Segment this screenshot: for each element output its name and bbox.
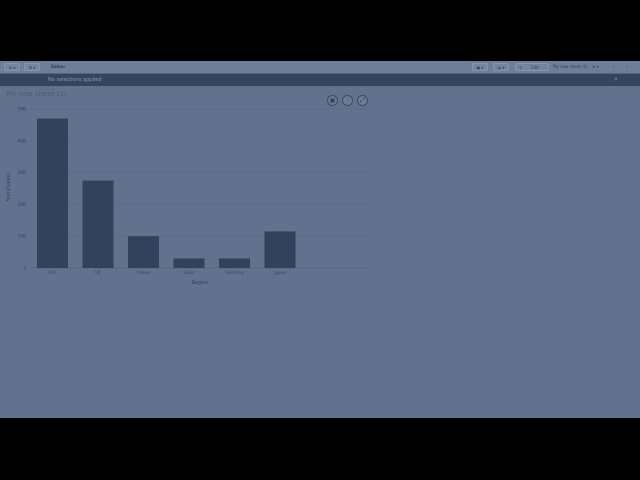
x-tick-label: Spain — [183, 270, 195, 275]
x-tick-label: Germany — [225, 270, 244, 275]
y-tick-label: 30M — [17, 170, 26, 175]
x-axis-label: Region — [191, 280, 208, 286]
compass-menu-button[interactable]: ◎ ▾ — [4, 63, 20, 71]
y-tick-label: 0 — [23, 266, 26, 271]
app-screen: ◎ ▾ ☰ ▾ Sales ▾ ▣ ▾ ▤ ▾ ✎ Edit My new sh… — [0, 61, 640, 418]
y-tick-label: 20M — [17, 202, 26, 207]
x-axis-ticks: USA UK France Spain Germany Japan — [48, 270, 286, 275]
y-axis-label: Sum(Sales) — [6, 173, 12, 201]
list-menu-button[interactable]: ☰ ▾ — [24, 63, 40, 71]
bar-germany[interactable] — [219, 258, 250, 268]
compass-icon: ◎ ▾ — [8, 64, 16, 70]
bar-france[interactable] — [128, 236, 159, 268]
chart-grid — [30, 108, 368, 269]
next-sheet-icon[interactable]: › — [626, 63, 628, 71]
sheets-button[interactable]: ▤ ▾ — [493, 63, 509, 71]
bookmark-icon: ▣ ▾ — [476, 64, 484, 70]
bar-chart[interactable]: 0 10M 20M 30M 40M 50M USA UK France Spain Germany… — [0, 101, 380, 291]
sheet-title: My new sheet (1) — [6, 90, 67, 98]
bar-spain[interactable] — [173, 258, 205, 268]
sheets-icon: ▤ ▾ — [497, 64, 505, 70]
x-tick-label: UK — [95, 270, 101, 275]
app-name[interactable]: Sales — [51, 63, 63, 71]
x-tick-label: Japan — [273, 270, 286, 275]
y-tick-label: 10M — [17, 234, 26, 239]
edit-button[interactable]: ✎ Edit — [515, 63, 549, 71]
y-axis-ticks: 0 10M 20M 30M 40M 50M — [17, 107, 26, 271]
x-tick-label: USA — [48, 270, 57, 275]
y-tick-label: 50M — [17, 107, 26, 112]
no-selections-message: No selections applied — [48, 77, 102, 83]
bar-japan[interactable] — [264, 231, 296, 268]
bar-uk[interactable] — [82, 180, 114, 268]
top-toolbar: ◎ ▾ ☰ ▾ Sales ▾ ▣ ▾ ▤ ▾ ✎ Edit My new sh… — [0, 61, 640, 74]
y-tick-label: 40M — [17, 138, 26, 143]
current-sheet-name[interactable]: My new sheet (1) — [553, 63, 588, 71]
selections-bar: No selections applied ⌕ — [0, 74, 640, 86]
bookmark-button[interactable]: ▣ ▾ — [472, 63, 488, 71]
chevron-down-icon[interactable]: ▾ — [63, 63, 65, 71]
search-icon[interactable]: ⌕ — [614, 75, 618, 84]
sheet-menu-icon[interactable]: ⊗ ▾ — [592, 63, 599, 71]
x-tick-label: France — [137, 270, 151, 275]
previous-sheet-icon[interactable]: ‹ — [613, 63, 615, 71]
bar-usa[interactable] — [37, 118, 68, 268]
list-icon: ☰ ▾ — [28, 64, 36, 70]
pencil-icon: ✎ — [519, 64, 523, 70]
edit-label: Edit — [531, 64, 539, 70]
